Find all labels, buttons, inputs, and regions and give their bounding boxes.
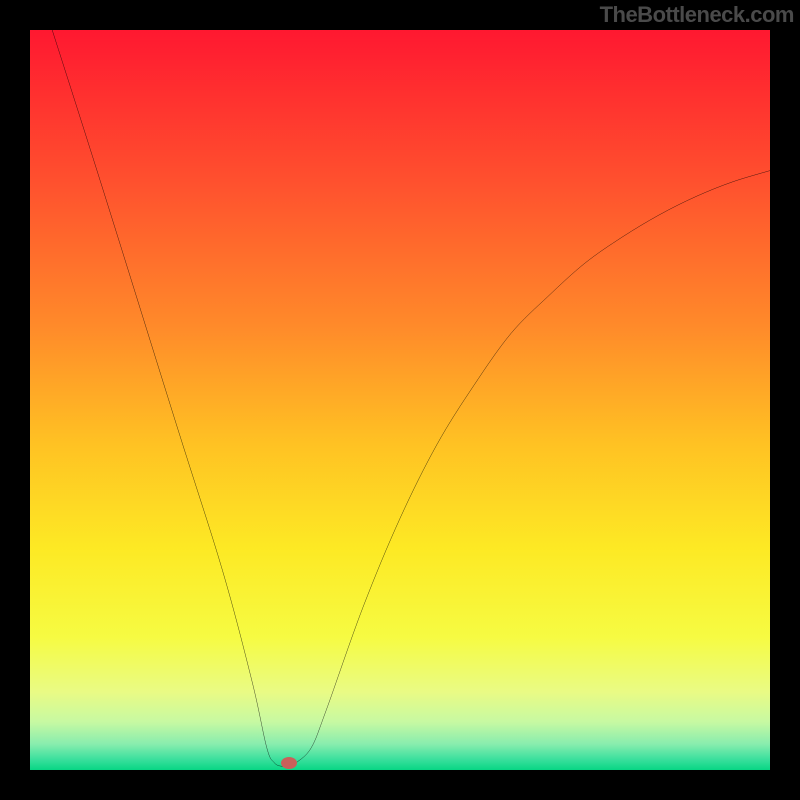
minimum-marker-icon (281, 757, 297, 769)
chart-frame: TheBottleneck.com (0, 0, 800, 800)
bottleneck-curve (30, 30, 770, 770)
attribution-watermark: TheBottleneck.com (600, 2, 794, 28)
plot-area (30, 30, 770, 770)
